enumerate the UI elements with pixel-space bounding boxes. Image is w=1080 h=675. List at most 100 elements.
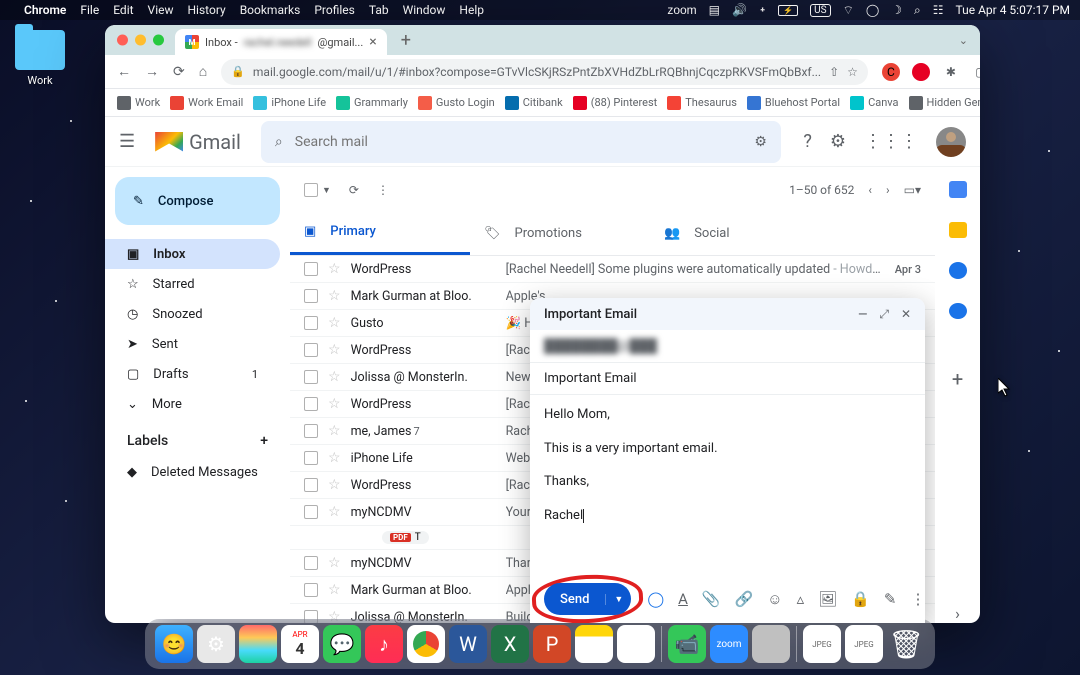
star-icon[interactable]: ☆ (328, 504, 341, 520)
menu-edit[interactable]: Edit (113, 3, 133, 17)
tabs-dropdown-button[interactable]: ⌄ (959, 34, 968, 47)
bookmark-item[interactable]: Canva (850, 96, 898, 110)
menu-tab[interactable]: Tab (369, 3, 389, 17)
menu-bookmarks[interactable]: Bookmarks (240, 3, 301, 17)
close-compose-button[interactable]: ✕ (901, 307, 911, 322)
format-text-icon[interactable]: A (678, 590, 688, 608)
dock-settings[interactable]: ⚙ (197, 625, 235, 663)
bookmark-item[interactable]: (88) Pinterest (573, 96, 658, 110)
menu-file[interactable]: File (80, 3, 99, 17)
compose-body[interactable]: Hello Mom, This is a very important emai… (530, 395, 925, 575)
email-row[interactable]: ☆ WordPress [Rachel Needell] Some plugin… (290, 256, 935, 283)
tab-primary[interactable]: ▣Primary (290, 211, 470, 255)
star-icon[interactable]: ☆ (328, 396, 341, 412)
refresh-button[interactable]: ⟳ (349, 183, 359, 197)
menu-profiles[interactable]: Profiles (314, 3, 355, 17)
wifi-icon[interactable]: ⌔ (843, 3, 854, 18)
send-button[interactable]: Send ▼ (544, 583, 631, 615)
popout-compose-button[interactable]: ⤢ (879, 307, 889, 322)
star-icon[interactable]: ☆ (328, 477, 341, 493)
cast-icon[interactable]: ▢ (972, 63, 980, 81)
collapse-panel-icon[interactable]: › (955, 604, 960, 623)
clock[interactable]: Tue Apr 4 5:07:17 PM (956, 3, 1070, 17)
dock-messages[interactable]: 💬 (323, 625, 361, 663)
search-options-icon[interactable]: ⚙ (754, 134, 767, 150)
contacts-icon[interactable] (949, 303, 967, 320)
dock-file-2[interactable]: JPEG (845, 625, 883, 663)
minimize-compose-button[interactable]: — (858, 307, 867, 322)
drive-icon[interactable]: ▵ (797, 590, 805, 608)
tab-promotions[interactable]: 🏷Promotions (470, 211, 650, 255)
bookmark-item[interactable]: Gusto Login (418, 96, 495, 110)
bluetooth-icon[interactable]: ᛭ (759, 3, 766, 17)
nav-snoozed[interactable]: ◷Snoozed (105, 299, 280, 329)
insert-photo-icon[interactable]: 🖼 (818, 590, 837, 608)
email-checkbox[interactable] (304, 451, 318, 465)
gmail-logo[interactable]: Gmail (155, 130, 241, 154)
nav-inbox[interactable]: ▣Inbox (105, 239, 280, 269)
new-tab-button[interactable]: + (401, 30, 411, 51)
screen-record-icon[interactable]: ▤ (709, 3, 720, 17)
star-icon[interactable]: ☆ (328, 369, 341, 385)
reload-button[interactable]: ⟳ (173, 64, 185, 80)
input-tools-button[interactable]: ▭▾ (904, 183, 921, 197)
email-checkbox[interactable] (304, 316, 318, 330)
keep-icon[interactable] (949, 222, 967, 239)
dock-excel[interactable]: X (491, 625, 529, 663)
minimize-window-button[interactable] (135, 35, 146, 46)
calendar-icon[interactable] (949, 181, 967, 198)
help-icon[interactable]: ? (803, 131, 812, 152)
apps-icon[interactable]: ⋮⋮⋮ (864, 131, 918, 152)
share-icon[interactable]: ⇧ (829, 65, 839, 79)
star-icon[interactable]: ☆ (328, 423, 341, 439)
dock-slack[interactable]: ✳ (617, 625, 655, 663)
format-color-icon[interactable]: ◯ (647, 590, 664, 608)
nav-sent[interactable]: ➤Sent (105, 329, 280, 359)
volume-icon[interactable]: 🔊 (732, 3, 747, 17)
browser-tab-gmail[interactable]: Inbox - rachel.needell@gmail... × (175, 29, 387, 55)
dock-chrome[interactable] (407, 625, 445, 663)
fullscreen-window-button[interactable] (153, 35, 164, 46)
settings-icon[interactable]: ⚙ (830, 131, 846, 152)
ext-icon-1[interactable]: C (882, 63, 900, 81)
moon-icon[interactable]: ☽ (891, 3, 902, 17)
menu-help[interactable]: Help (459, 3, 484, 17)
signature-icon[interactable]: ✎ (884, 590, 897, 608)
bookmark-item[interactable]: iPhone Life (253, 96, 326, 110)
email-checkbox[interactable] (304, 262, 318, 276)
email-checkbox[interactable] (304, 370, 318, 384)
confidential-icon[interactable]: 🔒 (851, 590, 870, 608)
star-icon[interactable]: ☆ (328, 342, 341, 358)
compose-title-bar[interactable]: Important Email — ⤢ ✕ (530, 298, 925, 330)
star-icon[interactable]: ☆ (328, 288, 341, 304)
menu-window[interactable]: Window (403, 3, 446, 17)
lock-icon[interactable]: 🔒 (231, 65, 245, 78)
nav-drafts[interactable]: ▢Drafts1 (105, 359, 280, 389)
menu-view[interactable]: View (148, 3, 174, 17)
dock-facetime[interactable]: 📹 (668, 625, 706, 663)
insert-link-icon[interactable]: 🔗 (735, 590, 754, 608)
bookmark-item[interactable]: Work (117, 96, 160, 110)
control-center-icon[interactable]: ☷ (933, 3, 944, 17)
menu-history[interactable]: History (188, 3, 226, 17)
zoom-menubar-icon[interactable]: zoom (667, 3, 696, 17)
tab-social[interactable]: 👥Social (650, 211, 830, 255)
dock-zoom[interactable]: zoom (710, 625, 748, 663)
email-checkbox[interactable] (304, 289, 318, 303)
dock-word[interactable]: W (449, 625, 487, 663)
forward-button[interactable]: → (145, 63, 159, 80)
email-checkbox[interactable] (304, 556, 318, 570)
add-label-button[interactable]: + (260, 433, 268, 449)
send-options-dropdown[interactable]: ▼ (605, 594, 631, 605)
spotlight-icon[interactable]: ⌕ (914, 3, 921, 18)
input-source[interactable]: US (810, 4, 830, 17)
label-deleted[interactable]: ◆ Deleted Messages (105, 457, 280, 487)
dock-file-1[interactable]: JPEG (803, 625, 841, 663)
dock-notes[interactable] (575, 625, 613, 663)
star-icon[interactable]: ☆ (328, 261, 341, 277)
bookmark-item[interactable]: Citibank (505, 96, 563, 110)
close-window-button[interactable] (117, 35, 128, 46)
attach-file-icon[interactable]: 📎 (702, 590, 721, 608)
bookmark-item[interactable]: Grammarly (336, 96, 408, 110)
ext-icon-2[interactable] (912, 63, 930, 81)
